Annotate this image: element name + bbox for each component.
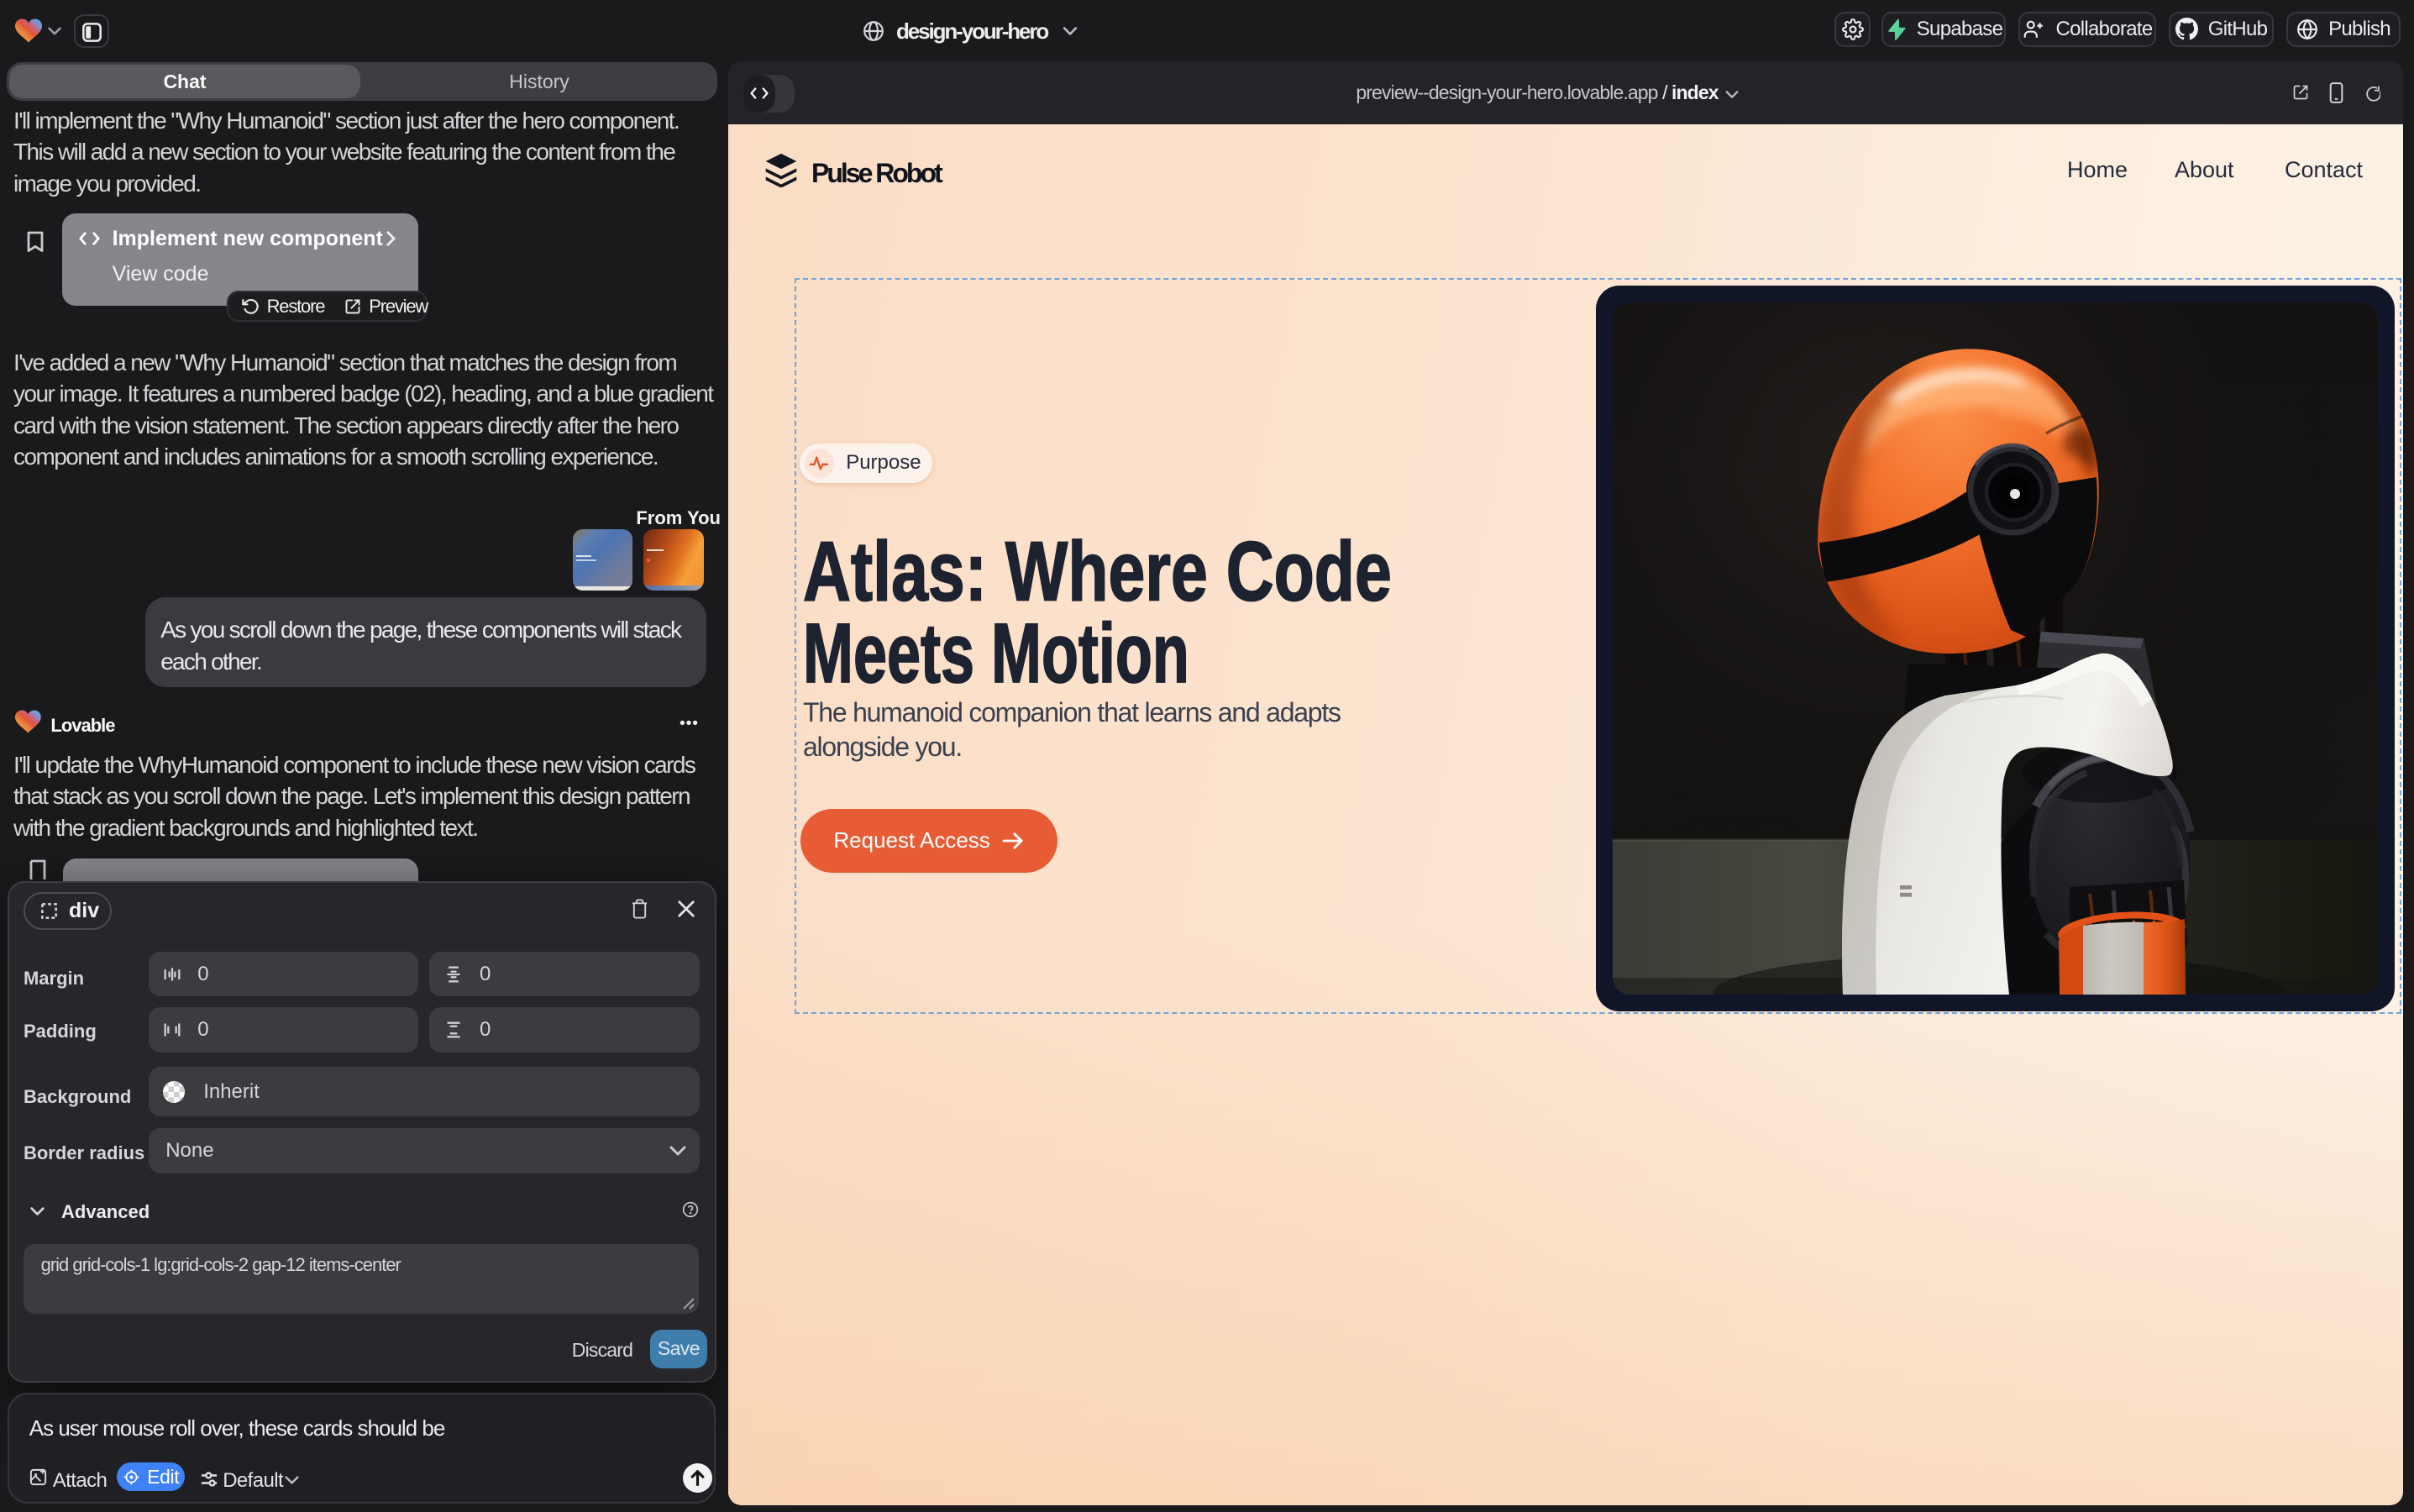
svg-text:Atlas: Where Code: Atlas: Where Code xyxy=(803,525,1392,619)
svg-text:Meets Motion: Meets Motion xyxy=(803,606,1189,701)
